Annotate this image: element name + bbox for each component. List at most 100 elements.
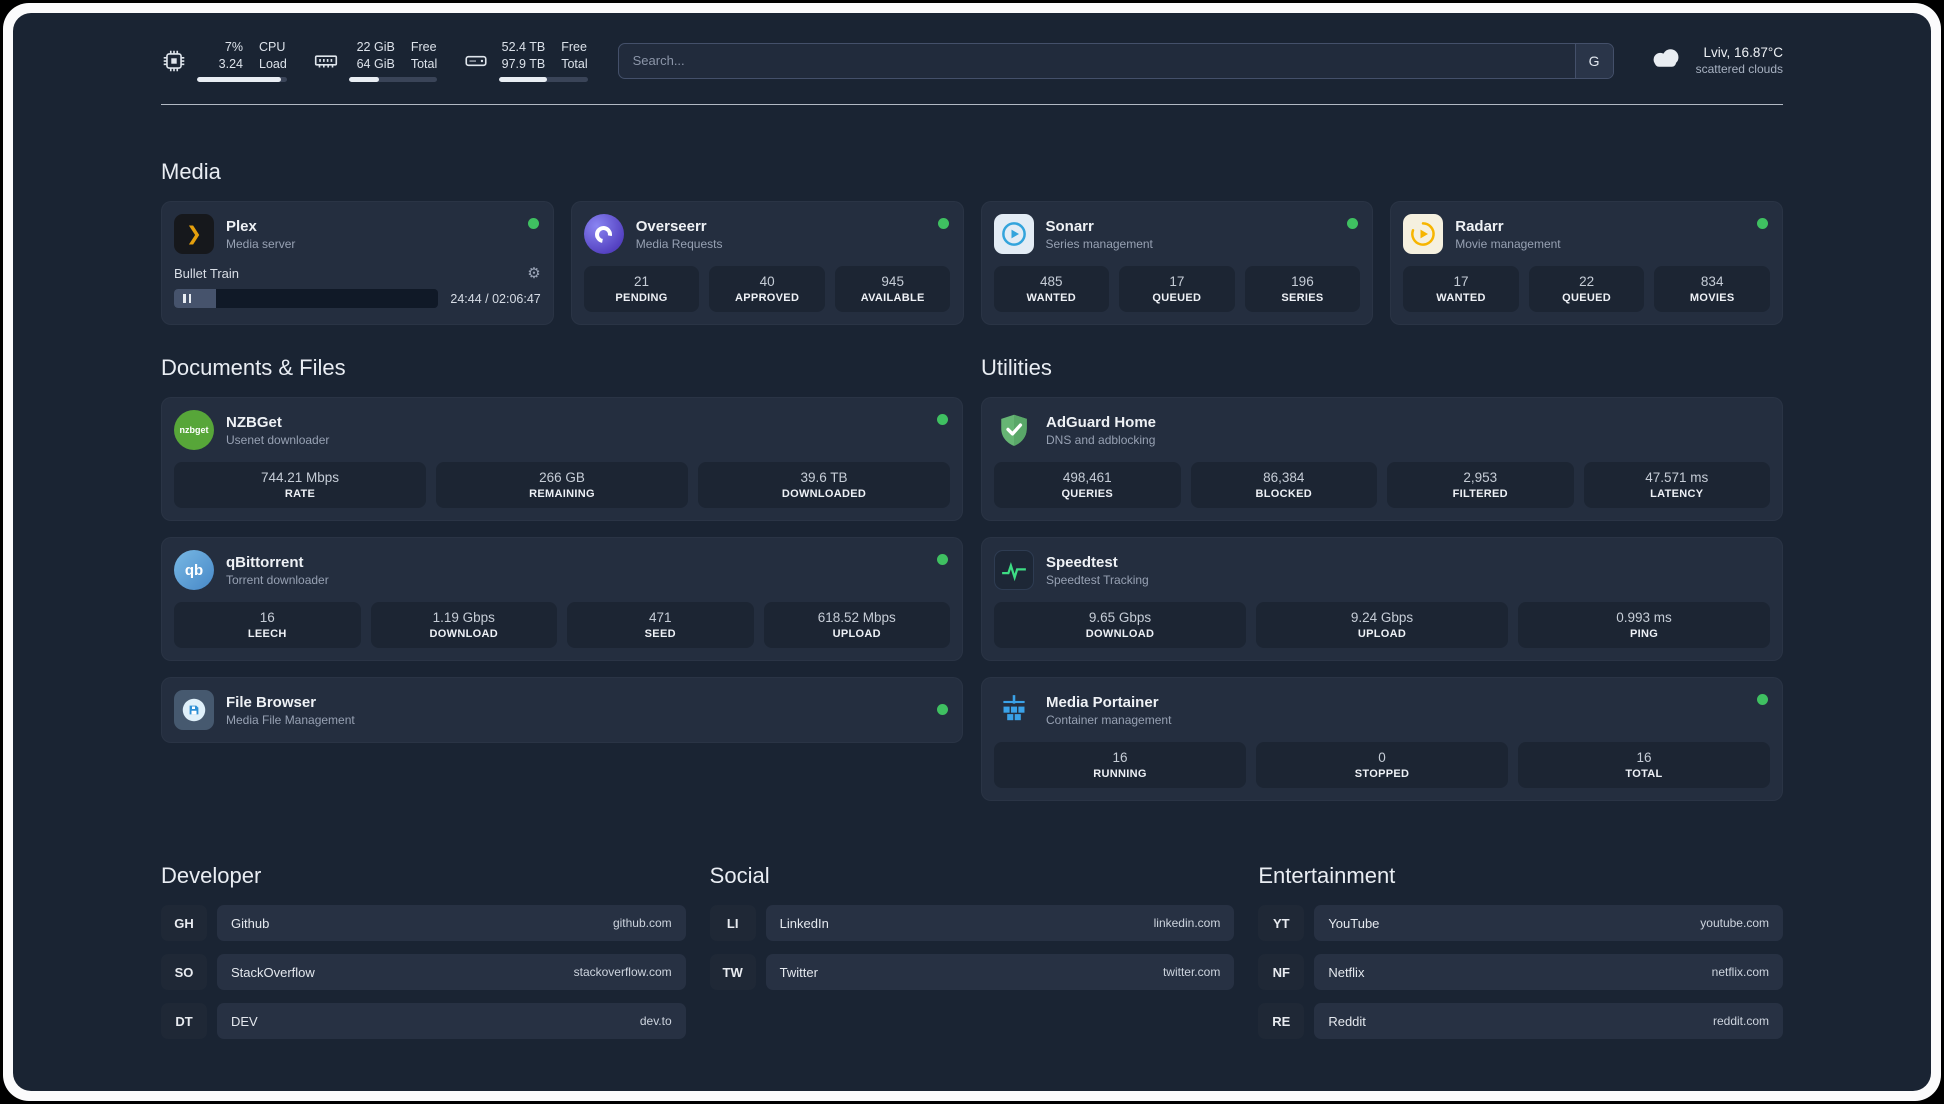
bookmark-link-dev[interactable]: DEV dev.to <box>217 1003 686 1039</box>
bookmark-link-linkedin[interactable]: LinkedIn linkedin.com <box>765 905 1235 941</box>
dashboard: 7% 3.24 CPU Load 22 GiB 64 GiB Free Tota… <box>13 13 1931 1091</box>
bookmark-name: YouTube <box>1328 915 1380 931</box>
weather-location: Lviv, 16.87°C <box>1703 45 1783 60</box>
stat-tile: 16 LEECH <box>174 602 361 648</box>
app-name: qBittorrent <box>226 553 304 571</box>
bookmark-row: TW Twitter twitter.com <box>709 954 1235 990</box>
cpu-load-label: Load <box>259 56 287 71</box>
bookmark-row: RE Reddit reddit.com <box>1258 1003 1783 1039</box>
documents-column: Documents & Files nzbget NZBGet Usenet d… <box>161 325 963 801</box>
bookmark-url: netflix.com <box>1711 965 1769 979</box>
stat-tile: 17 QUEUED <box>1119 266 1235 312</box>
bookmark-name: Twitter <box>779 964 818 980</box>
adguard-card[interactable]: AdGuard Home DNS and adblocking 498,461 … <box>981 397 1783 521</box>
playback-progress-bar[interactable] <box>174 289 439 308</box>
app-subtitle: Speedtest Tracking <box>1046 572 1149 587</box>
status-dot <box>937 414 948 425</box>
bookmark-link-youtube[interactable]: YouTube youtube.com <box>1314 905 1783 941</box>
bookmark-name: DEV <box>231 1013 258 1029</box>
speedtest-icon <box>994 550 1034 590</box>
stat-label: STOPPED <box>1354 768 1410 780</box>
search-engine-button[interactable]: G <box>1574 43 1613 78</box>
sonarr-icon <box>993 214 1034 254</box>
stat-label: LEECH <box>247 628 287 640</box>
stat-tile: 0.993 ms PING <box>1518 602 1770 648</box>
app-name: File Browser <box>226 693 317 711</box>
stat-value: 2,953 <box>1463 470 1498 485</box>
status-dot <box>527 218 539 229</box>
stat-tile: 9.24 Gbps UPLOAD <box>1256 602 1508 648</box>
stat-tile: 834 MOVIES <box>1654 266 1770 312</box>
ram-total-label: Total <box>410 56 438 71</box>
bookmark-link-reddit[interactable]: Reddit reddit.com <box>1314 1003 1783 1039</box>
stat-label: APPROVED <box>735 292 800 304</box>
bookmark-abbr: DT <box>161 1003 207 1039</box>
stat-tile: 17 WANTED <box>1403 266 1519 312</box>
bookmark-row: GH Github github.com <box>161 905 686 941</box>
now-playing-title: Bullet Train <box>174 265 240 281</box>
filebrowser-icon <box>174 690 214 730</box>
stat-value: 1.19 Gbps <box>432 610 495 625</box>
app-subtitle: Usenet downloader <box>226 432 330 447</box>
stat-value: 9.65 Gbps <box>1088 610 1152 625</box>
stat-label: QUEUED <box>1562 292 1612 304</box>
nzbget-card[interactable]: nzbget NZBGet Usenet downloader 744.21 M… <box>161 397 963 521</box>
ram-icon <box>313 48 339 74</box>
bookmark-abbr: LI <box>709 905 756 941</box>
qbittorrent-card[interactable]: qb qBittorrent Torrent downloader 16 LEE… <box>161 537 963 661</box>
cpu-bar <box>197 76 287 82</box>
stat-tile: 22 QUEUED <box>1528 266 1645 312</box>
ram-bar <box>348 76 438 82</box>
bookmark-url: twitter.com <box>1162 965 1221 979</box>
stat-label: WANTED <box>1026 292 1077 304</box>
search-bar: G <box>617 42 1614 79</box>
bookmark-link-github[interactable]: Github github.com <box>217 905 686 941</box>
bookmark-row: LI LinkedIn linkedin.com <box>709 905 1235 941</box>
utilities-column: Utilities AdGuard Home DNS and adblockin… <box>981 325 1783 801</box>
app-subtitle: Media Requests <box>635 236 723 251</box>
stat-tile: 196 SERIES <box>1244 266 1361 312</box>
stat-label: DOWNLOAD <box>1085 628 1155 640</box>
search-input[interactable] <box>617 42 1614 79</box>
speedtest-card[interactable]: Speedtest Speedtest Tracking 9.65 Gbps D… <box>981 537 1783 661</box>
cpu-usage-percent: 7% <box>224 40 243 55</box>
bookmark-name: LinkedIn <box>779 915 829 931</box>
stat-label: PENDING <box>615 292 668 304</box>
overseerr-card[interactable]: Overseerr Media Requests 21 PENDING 40 A… <box>570 201 964 325</box>
stat-tile: 21 PENDING <box>583 266 700 312</box>
stat-tile: 744.21 Mbps RATE <box>174 462 426 508</box>
radarr-card[interactable]: Radarr Movie management 17 WANTED 22 QUE… <box>1390 201 1783 325</box>
app-subtitle: DNS and adblocking <box>1046 432 1156 447</box>
stat-value: 21 <box>634 274 650 289</box>
stat-value: 485 <box>1040 274 1063 289</box>
bookmark-name: Netflix <box>1328 964 1365 980</box>
bookmark-row: YT YouTube youtube.com <box>1258 905 1783 941</box>
stat-label: AVAILABLE <box>860 292 925 304</box>
portainer-card[interactable]: Media Portainer Container management 16 … <box>981 677 1783 801</box>
stat-value: 40 <box>759 274 775 289</box>
stat-tile: 40 APPROVED <box>709 266 825 312</box>
app-subtitle: Movie management <box>1455 236 1561 251</box>
section-title-social: Social <box>709 863 770 888</box>
stat-value: 9.24 Gbps <box>1350 610 1414 625</box>
gear-icon[interactable]: ⚙ <box>527 264 540 282</box>
stat-label: FILTERED <box>1452 488 1508 500</box>
sonarr-card[interactable]: Sonarr Series management 485 WANTED 17 Q… <box>980 201 1374 325</box>
stat-tile: 0 STOPPED <box>1256 742 1508 788</box>
stat-value: 196 <box>1291 274 1314 289</box>
bookmark-abbr: SO <box>161 954 207 990</box>
stat-value: 22 <box>1579 274 1595 289</box>
stat-label: WANTED <box>1436 292 1486 304</box>
weather-widget[interactable]: Lviv, 16.87°C scattered clouds <box>1646 39 1783 82</box>
bookmark-link-netflix[interactable]: Netflix netflix.com <box>1314 954 1783 990</box>
filebrowser-card[interactable]: File Browser Media File Management <box>161 677 963 743</box>
bookmark-name: Github <box>231 915 270 931</box>
plex-card[interactable]: ❯ Plex Media server Bullet Train ⚙ 24:44… <box>161 201 554 325</box>
stat-label: PING <box>1629 628 1659 640</box>
stat-tile: 2,953 FILTERED <box>1387 462 1574 508</box>
bookmark-link-stackoverflow[interactable]: StackOverflow stackoverflow.com <box>217 954 686 990</box>
bookmark-abbr: NF <box>1258 954 1305 990</box>
bookmark-link-twitter[interactable]: Twitter twitter.com <box>765 954 1235 990</box>
section-title-media: Media <box>161 159 221 184</box>
stat-tile: 16 TOTAL <box>1518 742 1770 788</box>
